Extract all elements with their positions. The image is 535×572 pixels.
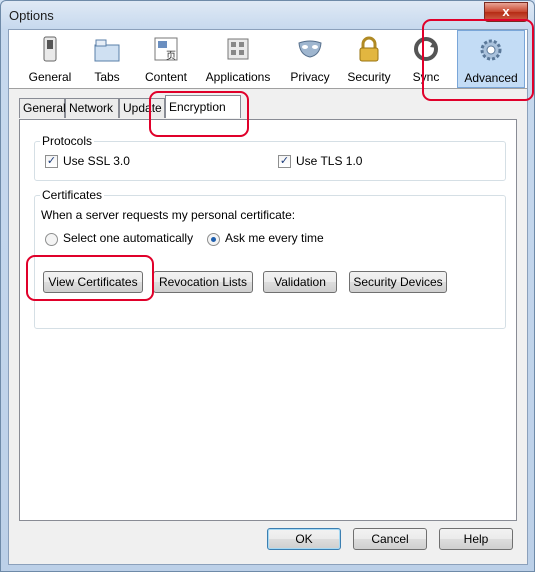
pane-general[interactable]: General	[17, 30, 83, 88]
revocation-lists-button[interactable]: Revocation Lists	[153, 271, 253, 293]
pane-tabs-label: Tabs	[94, 70, 120, 84]
sync-icon	[414, 37, 438, 61]
tls-label: Use TLS 1.0	[296, 154, 363, 168]
subtab-general[interactable]: General	[19, 98, 66, 118]
tls-checkbox[interactable]: ✓	[278, 155, 291, 168]
pane-sync-label: Sync	[412, 70, 440, 84]
options-window: Options x General Tabs 页 Content Applica…	[0, 0, 535, 572]
pane-applications-label: Applications	[205, 70, 271, 84]
validation-button[interactable]: Validation	[263, 271, 337, 293]
security-devices-button[interactable]: Security Devices	[349, 271, 447, 293]
close-button[interactable]: x	[484, 2, 528, 22]
select-automatically-radio[interactable]	[45, 233, 58, 246]
pane-general-label: General	[28, 70, 72, 84]
pane-advanced[interactable]: Advanced	[457, 30, 525, 88]
subtab-encryption[interactable]: Encryption	[165, 95, 241, 118]
ask-every-time-radio[interactable]	[207, 233, 220, 246]
pane-advanced-label: Advanced	[464, 71, 518, 85]
content-icon: 页	[154, 37, 178, 62]
subtab-update[interactable]: Update	[119, 98, 165, 118]
ask-every-time-label: Ask me every time	[225, 231, 324, 245]
view-certificates-button[interactable]: View Certificates	[43, 271, 143, 293]
window-title: Options	[9, 8, 54, 23]
certificates-group: Certificates When a server requests my p…	[34, 188, 506, 329]
help-button[interactable]: Help	[439, 528, 513, 550]
certificates-title: Certificates	[40, 188, 105, 202]
pane-security-label: Security	[347, 70, 391, 84]
lock-icon	[359, 36, 379, 62]
svg-text:页: 页	[166, 50, 176, 62]
ssl-label: Use SSL 3.0	[63, 154, 130, 168]
pane-security[interactable]: Security	[341, 30, 397, 88]
encryption-page: Protocols ✓ Use SSL 3.0 ✓ Use TLS 1.0 Ce…	[19, 119, 517, 521]
pane-toolbar: General Tabs 页 Content Applications Priv…	[9, 30, 527, 89]
dialog-client-area: General Tabs 页 Content Applications Priv…	[8, 29, 528, 565]
pane-content[interactable]: 页 Content	[137, 30, 195, 88]
subtab-network[interactable]: Network	[65, 98, 119, 118]
pane-content-label: Content	[144, 70, 188, 84]
applications-icon	[227, 38, 249, 60]
select-automatically-label: Select one automatically	[63, 231, 194, 245]
privacy-mask-icon	[298, 40, 322, 58]
pane-privacy[interactable]: Privacy	[285, 30, 335, 88]
pane-applications[interactable]: Applications	[199, 30, 277, 88]
cancel-button[interactable]: Cancel	[353, 528, 427, 550]
protocols-group: Protocols ✓ Use SSL 3.0 ✓ Use TLS 1.0	[34, 134, 506, 181]
tabs-icon	[94, 39, 120, 62]
certificate-prompt: When a server requests my personal certi…	[41, 208, 296, 222]
gear-icon	[480, 39, 502, 61]
pane-tabs[interactable]: Tabs	[83, 30, 131, 88]
general-icon	[43, 36, 57, 62]
pane-sync[interactable]: Sync	[403, 30, 449, 88]
pane-privacy-label: Privacy	[290, 70, 330, 84]
protocols-title: Protocols	[40, 134, 95, 148]
ok-button[interactable]: OK	[267, 528, 341, 550]
title-bar[interactable]: Options x	[1, 1, 534, 29]
ssl-checkbox[interactable]: ✓	[45, 155, 58, 168]
